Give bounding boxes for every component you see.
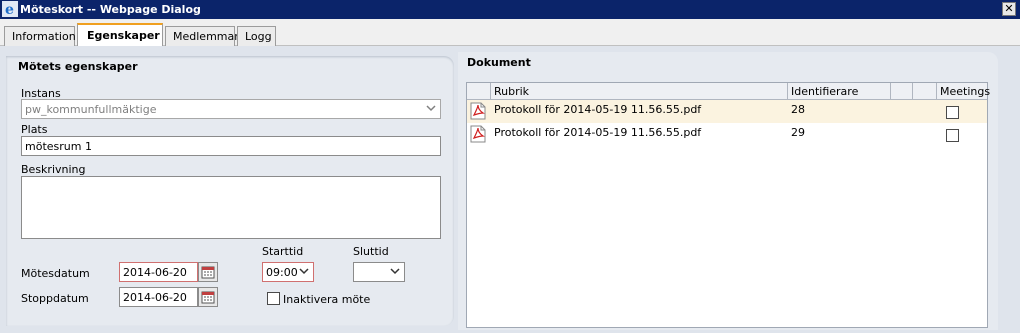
column-header-identifierare[interactable]: Identifierare	[788, 83, 891, 100]
pdf-icon	[470, 125, 486, 143]
documents-panel: Dokument Rubrik Identifierare Meetings P…	[458, 52, 998, 330]
plats-input[interactable]: mötesrum 1	[21, 136, 441, 156]
meetings-checkbox[interactable]	[946, 129, 959, 142]
instans-value: pw_kommunfullmäktige	[25, 103, 157, 116]
beskrivning-label: Beskrivning	[21, 163, 86, 176]
rubrik-cell[interactable]: Protokoll för 2014-05-19 11.56.55.pdf	[494, 103, 701, 116]
starttid-select[interactable]: 09:00	[262, 262, 314, 282]
column-header-blank-1[interactable]	[891, 83, 913, 100]
tab-medlemmar[interactable]: Medlemmar	[165, 26, 239, 46]
tab-label: Logg	[245, 30, 272, 43]
plats-value: mötesrum 1	[25, 140, 92, 153]
motesdatum-calendar-button[interactable]	[198, 262, 218, 282]
chevron-down-icon	[390, 268, 400, 275]
chevron-down-icon	[299, 268, 309, 275]
sluttid-select[interactable]	[353, 262, 405, 282]
motesdatum-label: Mötesdatum	[21, 267, 90, 280]
motesdatum-value: 2014-06-20	[123, 266, 187, 279]
column-header-rubrik[interactable]: Rubrik	[491, 83, 788, 100]
properties-heading: Mötets egenskaper	[18, 60, 138, 73]
stoppdatum-input[interactable]: 2014-06-20	[119, 287, 198, 307]
documents-heading: Dokument	[467, 56, 531, 69]
ie-icon: e	[2, 1, 18, 17]
stoppdatum-value: 2014-06-20	[123, 291, 187, 304]
svg-text:e: e	[5, 2, 14, 17]
close-icon: ✕	[1004, 2, 1014, 15]
dialog-body: Mötets egenskaper Instans pw_kommunfullm…	[0, 46, 1020, 333]
rubrik-cell[interactable]: Protokoll för 2014-05-19 11.56.55.pdf	[494, 126, 701, 139]
close-button[interactable]: ✕	[1002, 2, 1016, 16]
starttid-value: 09:00	[266, 266, 298, 279]
window-title: Möteskort -- Webpage Dialog	[20, 3, 201, 16]
inaktivera-checkbox[interactable]	[267, 292, 280, 305]
documents-grid: Rubrik Identifierare Meetings Protokoll …	[466, 82, 990, 328]
instans-select: pw_kommunfullmäktige	[21, 99, 441, 119]
calendar-icon	[201, 266, 215, 279]
beskrivning-textarea[interactable]	[21, 176, 441, 239]
tab-egenskaper[interactable]: Egenskaper	[77, 23, 163, 46]
stoppdatum-label: Stoppdatum	[21, 292, 89, 305]
tab-label: Egenskaper	[87, 29, 160, 42]
grid-header: Rubrik Identifierare Meetings	[467, 83, 990, 100]
sluttid-label: Sluttid	[353, 245, 389, 258]
tab-label: Information	[12, 30, 76, 43]
calendar-icon	[201, 291, 215, 304]
tab-bar: Information Egenskaper Medlemmar Logg	[0, 19, 1020, 46]
tab-label: Medlemmar	[173, 30, 239, 43]
pdf-icon	[470, 102, 486, 120]
starttid-label: Starttid	[262, 245, 304, 258]
window-titlebar: e Möteskort -- Webpage Dialog ✕	[0, 0, 1020, 19]
identifierare-cell: 28	[791, 103, 805, 116]
chevron-down-icon	[426, 105, 436, 112]
tab-information[interactable]: Information	[4, 26, 76, 46]
column-header-meetings[interactable]: Meetings	[937, 83, 990, 100]
plats-label: Plats	[21, 123, 48, 136]
table-row[interactable]: Protokoll för 2014-05-19 11.56.55.pdf 29	[467, 123, 987, 146]
identifierare-cell: 29	[791, 126, 805, 139]
stoppdatum-calendar-button[interactable]	[198, 287, 218, 307]
motesdatum-input[interactable]: 2014-06-20	[119, 262, 198, 282]
inaktivera-label: Inaktivera möte	[283, 293, 371, 306]
meetings-checkbox[interactable]	[946, 106, 959, 119]
tab-logg[interactable]: Logg	[237, 26, 276, 46]
table-row[interactable]: Protokoll för 2014-05-19 11.56.55.pdf 28	[467, 100, 987, 123]
properties-panel: Mötets egenskaper Instans pw_kommunfullm…	[6, 56, 454, 326]
column-header-icon	[467, 83, 491, 100]
column-header-blank-2[interactable]	[913, 83, 937, 100]
